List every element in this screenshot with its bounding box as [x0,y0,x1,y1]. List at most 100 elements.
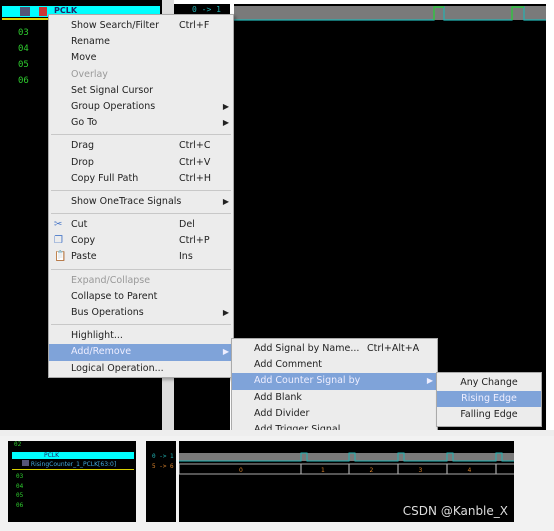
submenu-arrow-icon: ▶ [222,196,229,206]
menu-item-add-comment[interactable]: Add Comment [232,357,437,373]
menu-item-overlay: Overlay [49,67,233,83]
counter-value: 1 [321,467,325,474]
menu-item-label: Set Signal Cursor [71,84,154,96]
group-item[interactable]: 06 [18,73,29,89]
group-item[interactable]: 06 [16,501,23,511]
menu-separator [51,189,231,191]
signal-name: PCLK [44,452,60,459]
menu-item-add-counter-signal-by[interactable]: Add Counter Signal by ▶ [232,373,437,390]
menu-item-label: Paste [71,251,97,263]
menu-separator [51,268,231,270]
menu-item-label: Any Change [460,377,518,388]
signal-type-icon [39,7,47,16]
group-item[interactable]: 05 [18,57,29,73]
counter-signal-name: RisingCounter_1_PCLK[63:0] [30,461,117,468]
group-item[interactable]: 02 [14,441,21,448]
menu-separator [51,324,231,326]
counter-value: 3 [419,467,423,474]
cut-icon: ✂ [54,219,63,231]
transition-label: 0 -> 1 [152,453,174,460]
menu-item-label: Drop [71,156,94,168]
menu-item-label: Add Divider [254,407,310,419]
menu-item-show-onetrace-signals[interactable]: Show OneTrace Signals ▶ [49,194,233,210]
paste-icon: 📋 [54,251,67,263]
counter-submenu: Any Change Rising Edge Falling Edge [436,372,542,427]
counter-signal-row[interactable]: RisingCounter_1_PCLK[63:0] [22,460,116,468]
menu-item-label: Add Comment [254,359,322,371]
menu-item-logical-operation[interactable]: Logical Operation... [49,361,233,377]
group-item[interactable]: 05 [16,491,23,501]
counter-value: 0 [239,467,243,474]
menu-item-any-change[interactable]: Any Change [437,375,541,391]
bottom-value-panel: 0 -> 1 5 -> 6 [146,441,176,522]
submenu-arrow-icon: ▶ [222,101,229,111]
menu-item-bus-operations[interactable]: Bus Operations ▶ [49,305,233,321]
transition-label: 0 -> 1 [192,5,221,14]
menu-item-drag[interactable]: Drag Ctrl+C [49,138,233,154]
menu-item-rename[interactable]: Rename [49,34,233,50]
menu-item-label: Drag [71,140,95,152]
menu-separator [51,213,231,215]
menu-item-label: Show Search/Filter [71,20,160,31]
menu-item-collapse-to-parent[interactable]: Collapse to Parent [49,289,233,305]
group-item[interactable]: 03 [16,472,23,482]
menu-item-drop[interactable]: Drop Ctrl+V [49,155,233,171]
counter-value: 4 [468,467,472,474]
wave-icon [22,460,29,466]
bottom-waveform-panel: 012345 CSDN @Kanble_X [179,441,514,522]
watermark: CSDN @Kanble_X [402,504,508,518]
menu-item-label: Add/Remove [71,346,132,358]
menu-item-shortcut: Ctrl+H [179,172,212,184]
menu-item-label: Add Blank [254,391,302,403]
menu-item-label: Show OneTrace Signals [71,195,182,207]
menu-item-label: Rename [71,36,110,48]
menu-item-set-signal-cursor[interactable]: Set Signal Cursor [49,83,233,99]
submenu-arrow-icon: ▶ [222,308,229,317]
menu-item-shortcut: Ctrl+P [179,235,210,247]
menu-item-label: Cut [71,219,88,231]
menu-item-group-operations[interactable]: Group Operations ▶ [49,99,233,115]
menu-item-label: Add Signal by Name... [254,343,360,354]
menu-item-expand-collapse: Expand/Collapse [49,273,233,289]
transition-label: 5 -> 6 [152,463,174,470]
group-item[interactable]: 03 [18,25,29,41]
submenu-arrow-icon: ▶ [426,376,433,386]
menu-item-falling-edge[interactable]: Falling Edge [437,407,541,423]
menu-item-shortcut: Ctrl+V [179,156,211,168]
menu-item-shortcut: Ctrl+C [179,140,211,152]
menu-item-shortcut: Del [179,219,195,231]
menu-item-label: Copy Full Path [71,172,139,184]
menu-item-label: Group Operations [71,100,156,112]
menu-item-show-search-filter[interactable]: Show Search/Filter Ctrl+F [49,18,233,34]
menu-item-paste[interactable]: 📋 Paste Ins [49,249,233,265]
menu-item-shortcut: Ctrl+F [179,20,210,31]
menu-item-add-signal-by-name[interactable]: Add Signal by Name... Ctrl+Alt+A [232,341,437,357]
pclk-waveform [234,6,546,21]
menu-item-label: Rising Edge [461,393,517,405]
menu-item-go-to[interactable]: Go To ▶ [49,115,233,131]
menu-item-cut[interactable]: ✂ Cut Del [49,217,233,233]
menu-item-label: Overlay [71,68,108,80]
menu-item-label: Go To [71,117,98,129]
menu-item-label: Highlight... [71,330,123,342]
submenu-arrow-icon: ▶ [222,347,229,357]
submenu-arrow-icon: ▶ [222,118,229,128]
menu-item-copy[interactable]: ❐ Copy Ctrl+P [49,233,233,249]
group-item[interactable]: 04 [16,482,23,492]
menu-item-label: Move [71,52,97,64]
signal-row-pclk[interactable]: PCLK [12,452,134,459]
menu-item-label: Bus Operations [71,307,144,318]
group-item[interactable]: 04 [18,41,29,57]
menu-item-add-remove[interactable]: Add/Remove ▶ [49,344,233,361]
context-menu: Show Search/Filter Ctrl+F Rename Move Overla… [48,14,234,378]
menu-item-rising-edge[interactable]: Rising Edge [437,391,541,408]
menu-item-highlight[interactable]: Highlight... [49,328,233,344]
menu-separator [51,134,231,136]
menu-item-label: Expand/Collapse [71,274,151,286]
add-remove-submenu: Add Signal by Name... Ctrl+Alt+A Add Comme… [231,338,438,434]
bottom-waveforms: 012345 [179,452,514,475]
menu-item-copy-full-path[interactable]: Copy Full Path Ctrl+H [49,171,233,187]
menu-item-move[interactable]: Move [49,50,233,66]
menu-item-add-blank[interactable]: Add Blank [232,390,437,406]
menu-item-add-divider[interactable]: Add Divider [232,406,437,422]
